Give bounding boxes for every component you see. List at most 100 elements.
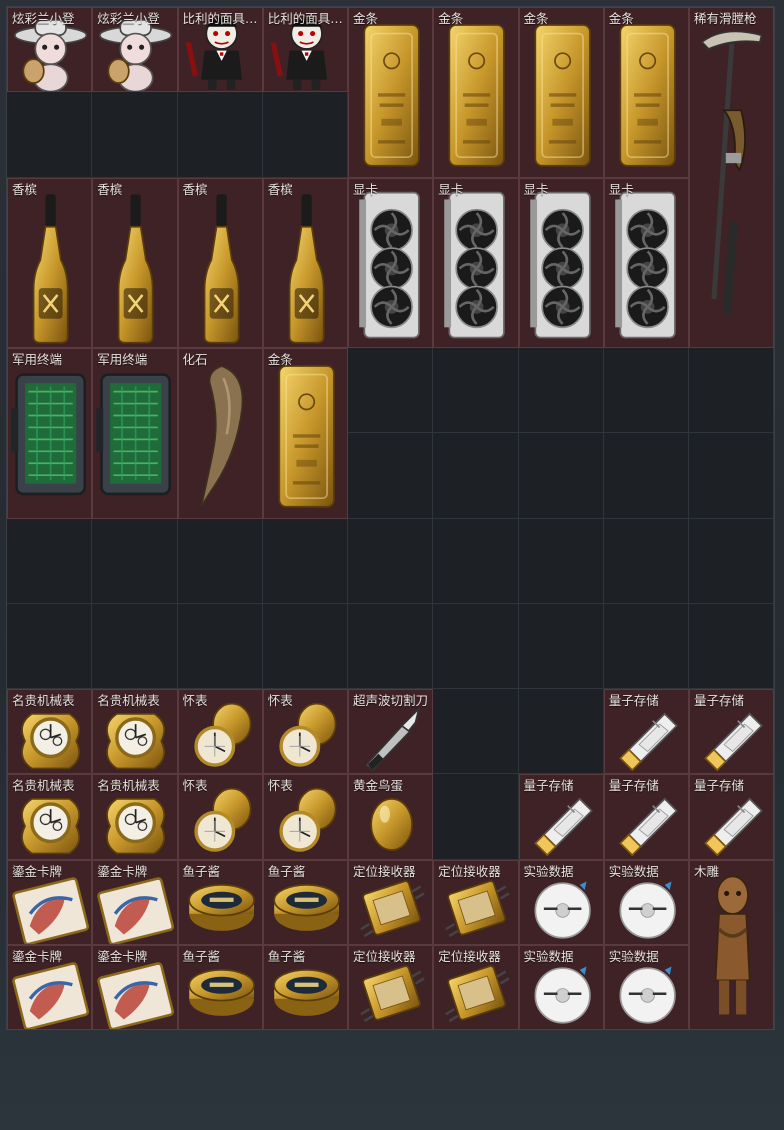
empty-slot[interactable] [433, 518, 519, 604]
inventory-item-pocket-watch[interactable]: 怀表 [177, 689, 263, 775]
inventory-item-golden-egg[interactable]: 黄金鸟蛋 [348, 774, 434, 860]
empty-slot[interactable] [433, 689, 519, 775]
inventory-item-luxury-watch[interactable]: 名贵机械表 [92, 774, 178, 860]
empty-slot[interactable] [348, 348, 434, 434]
inventory-item-gps-receiver[interactable]: 定位接收器 [433, 944, 519, 1030]
item-name-label: 金条 [267, 352, 293, 367]
inventory-item-gps-receiver[interactable]: 定位接收器 [348, 859, 434, 945]
empty-slot[interactable] [7, 603, 93, 689]
inventory-item-military-terminal[interactable]: 军用终端 [92, 348, 178, 519]
empty-slot[interactable] [433, 433, 519, 519]
inventory-item-quantum-storage[interactable]: 量子存储 [603, 689, 689, 775]
inventory-item-wood-carving[interactable]: 木雕 [689, 859, 775, 1030]
item-name-label: 军用终端 [97, 352, 148, 367]
inventory-item-quantum-storage[interactable]: 量子存储 [603, 774, 689, 860]
empty-slot[interactable] [177, 518, 263, 604]
empty-slot[interactable] [689, 603, 775, 689]
empty-slot[interactable] [177, 603, 263, 689]
inventory-item-gold-bar[interactable]: 金条 [603, 7, 689, 178]
item-name-label: 超声波切割刀 [353, 693, 429, 708]
inventory-item-fossil[interactable]: 化石 [177, 348, 263, 519]
inventory-item-billy-puppet[interactable]: 比利的面具人偶 [262, 7, 348, 93]
empty-slot[interactable] [518, 348, 604, 434]
empty-slot[interactable] [689, 433, 775, 519]
inventory-item-luxury-watch[interactable]: 名贵机械表 [7, 689, 93, 775]
inventory-item-gpu[interactable]: 显卡 [348, 177, 434, 348]
empty-slot[interactable] [518, 433, 604, 519]
gold-bar-icon [363, 24, 420, 167]
inventory-item-gold-bar[interactable]: 金条 [433, 7, 519, 178]
inventory-item-gilded-card[interactable]: 鎏金卡牌 [7, 859, 93, 945]
inventory-item-quantum-storage[interactable]: 量子存储 [689, 689, 775, 775]
inventory-item-gpu[interactable]: 显卡 [433, 177, 519, 348]
inventory-item-military-terminal[interactable]: 军用终端 [7, 348, 93, 519]
inventory-item-quantum-storage[interactable]: 量子存储 [518, 774, 604, 860]
inventory-item-bear-figure[interactable]: 炫彩兰小登 [7, 7, 93, 93]
empty-slot[interactable] [689, 348, 775, 434]
inventory-item-gilded-card[interactable]: 鎏金卡牌 [92, 944, 178, 1030]
empty-slot[interactable] [518, 518, 604, 604]
inventory-item-gilded-card[interactable]: 鎏金卡牌 [7, 944, 93, 1030]
inventory-item-luxury-watch[interactable]: 名贵机械表 [7, 774, 93, 860]
item-name-label: 鎏金卡牌 [12, 948, 63, 964]
inventory-item-pocket-watch[interactable]: 怀表 [262, 689, 348, 775]
empty-slot[interactable] [348, 518, 434, 604]
inventory-item-luxury-watch[interactable]: 名贵机械表 [92, 689, 178, 775]
inventory-item-rare-rifle[interactable]: 稀有滑膛枪 [689, 7, 775, 348]
empty-slot[interactable] [177, 92, 263, 178]
inventory-item-caviar[interactable]: 鱼子酱 [177, 859, 263, 945]
inventory-item-quantum-storage[interactable]: 量子存储 [689, 774, 775, 860]
inventory-item-gold-bar[interactable]: 金条 [348, 7, 434, 178]
inventory-item-caviar[interactable]: 鱼子酱 [262, 944, 348, 1030]
inventory-item-gps-receiver[interactable]: 定位接收器 [348, 944, 434, 1030]
inventory-item-pocket-watch[interactable]: 怀表 [177, 774, 263, 860]
empty-slot[interactable] [262, 518, 348, 604]
inventory-item-champagne[interactable]: 香槟 [7, 177, 93, 348]
inventory-item-experiment-data[interactable]: 实验数据 [518, 859, 604, 945]
item-name-label: 木雕 [694, 863, 720, 879]
inventory-item-champagne[interactable]: 香槟 [262, 177, 348, 348]
empty-slot[interactable] [92, 92, 178, 178]
empty-slot[interactable] [603, 603, 689, 689]
empty-slot[interactable] [433, 348, 519, 434]
inventory-item-gpu[interactable]: 显卡 [603, 177, 689, 348]
empty-slot[interactable] [92, 518, 178, 604]
inventory-item-gps-receiver[interactable]: 定位接收器 [433, 859, 519, 945]
musket-icon [700, 30, 763, 315]
inventory-item-gilded-card[interactable]: 鎏金卡牌 [92, 859, 178, 945]
inventory-item-experiment-data[interactable]: 实验数据 [603, 944, 689, 1030]
empty-slot[interactable] [603, 518, 689, 604]
inventory-item-caviar[interactable]: 鱼子酱 [177, 944, 263, 1030]
inventory-item-bear-figure[interactable]: 炫彩兰小登 [92, 7, 178, 93]
item-name-label: 鱼子酱 [182, 948, 221, 964]
empty-slot[interactable] [518, 689, 604, 775]
empty-slot[interactable] [7, 92, 93, 178]
champagne-bottle-icon [117, 193, 154, 344]
inventory-item-pocket-watch[interactable]: 怀表 [262, 774, 348, 860]
inventory-item-champagne[interactable]: 香槟 [177, 177, 263, 348]
inventory-item-gold-bar[interactable]: 金条 [518, 7, 604, 178]
empty-slot[interactable] [603, 348, 689, 434]
empty-slot[interactable] [433, 774, 519, 860]
inventory-item-champagne[interactable]: 香槟 [92, 177, 178, 348]
graphics-card-icon [359, 191, 420, 338]
empty-slot[interactable] [92, 603, 178, 689]
empty-slot[interactable] [348, 603, 434, 689]
empty-slot[interactable] [262, 92, 348, 178]
graphics-card-icon [529, 191, 591, 338]
empty-slot[interactable] [433, 603, 519, 689]
inventory-item-experiment-data[interactable]: 实验数据 [603, 859, 689, 945]
empty-slot[interactable] [7, 518, 93, 604]
inventory-item-gpu[interactable]: 显卡 [518, 177, 604, 348]
inventory-item-experiment-data[interactable]: 实验数据 [518, 944, 604, 1030]
empty-slot[interactable] [518, 603, 604, 689]
inventory-item-ultrasonic-cutter[interactable]: 超声波切割刀 [348, 689, 434, 775]
empty-slot[interactable] [262, 603, 348, 689]
empty-slot[interactable] [348, 433, 434, 519]
inventory-item-gold-bar[interactable]: 金条 [262, 348, 348, 519]
inventory-item-billy-puppet[interactable]: 比利的面具人偶 [177, 7, 263, 93]
item-name-label: 量子存储 [608, 778, 659, 794]
inventory-item-caviar[interactable]: 鱼子酱 [262, 859, 348, 945]
empty-slot[interactable] [689, 518, 775, 604]
empty-slot[interactable] [603, 433, 689, 519]
